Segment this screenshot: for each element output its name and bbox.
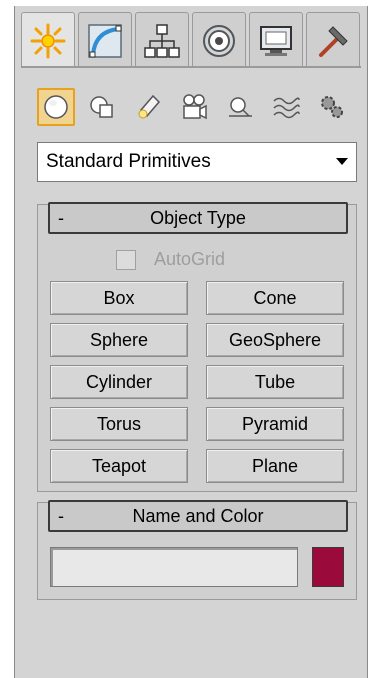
systems-icon: [321, 96, 343, 118]
command-panel: Standard Primitives - Object Type AutoGr…: [14, 6, 368, 678]
category-cameras[interactable]: [175, 88, 213, 126]
tab-display[interactable]: [249, 12, 303, 68]
motion-wheel-icon: [203, 24, 235, 57]
tabs-divider: [21, 66, 361, 68]
cone-button[interactable]: Cone: [206, 281, 344, 315]
object-type-header[interactable]: - Object Type: [48, 202, 348, 234]
collapse-icon: -: [58, 207, 64, 228]
tab-hierarchy[interactable]: [135, 12, 189, 68]
name-and-color-header[interactable]: - Name and Color: [48, 500, 348, 532]
category-lights[interactable]: [129, 88, 167, 126]
lights-icon: [138, 94, 161, 119]
category-geometry[interactable]: [37, 88, 75, 126]
checkbox-box: [116, 249, 136, 270]
dropdown-value: Standard Primitives: [46, 151, 211, 172]
tab-motion[interactable]: [192, 12, 246, 68]
geosphere-button[interactable]: GeoSphere: [206, 323, 344, 357]
geometry-sphere-icon: [44, 95, 68, 119]
autogrid-label: AutoGrid: [154, 249, 226, 269]
tab-modify[interactable]: [78, 12, 132, 68]
category-space-warps[interactable]: [267, 88, 305, 126]
hierarchy-icon: [144, 23, 180, 58]
chevron-down-icon: [328, 158, 356, 166]
cylinder-button[interactable]: Cylinder: [50, 365, 188, 399]
cameras-icon: [183, 94, 207, 120]
object-color-swatch[interactable]: [312, 547, 344, 587]
helpers-icon: [229, 97, 252, 117]
tube-button[interactable]: Tube: [206, 365, 344, 399]
teapot-button[interactable]: Teapot: [50, 449, 188, 483]
collapse-icon: -: [58, 505, 64, 526]
category-shapes[interactable]: [83, 88, 121, 126]
space-warps-icon: [273, 97, 300, 119]
autogrid-checkbox[interactable]: AutoGrid: [116, 249, 225, 270]
tab-utilities[interactable]: [306, 12, 360, 68]
create-sun-icon: [30, 23, 66, 58]
category-icons: [37, 88, 359, 128]
tab-create[interactable]: [21, 12, 75, 68]
command-tabs: [21, 12, 361, 72]
primitive-type-dropdown[interactable]: Standard Primitives: [37, 142, 357, 182]
rollout-title: Name and Color: [132, 505, 264, 526]
object-type-rollout: - Object Type AutoGrid Box Cone Sphere G…: [37, 202, 357, 492]
shapes-icon: [90, 96, 113, 118]
pyramid-button[interactable]: Pyramid: [206, 407, 344, 441]
category-systems[interactable]: [313, 88, 351, 126]
plane-button[interactable]: Plane: [206, 449, 344, 483]
box-button[interactable]: Box: [50, 281, 188, 315]
category-helpers[interactable]: [221, 88, 259, 126]
modify-curve-icon: [88, 23, 122, 58]
object-name-input[interactable]: [50, 547, 298, 587]
name-and-color-rollout: - Name and Color: [37, 500, 357, 600]
utilities-hammer-icon: [319, 25, 348, 57]
torus-button[interactable]: Torus: [50, 407, 188, 441]
sphere-button[interactable]: Sphere: [50, 323, 188, 357]
rollout-title: Object Type: [150, 207, 246, 228]
display-monitor-icon: [260, 25, 292, 56]
